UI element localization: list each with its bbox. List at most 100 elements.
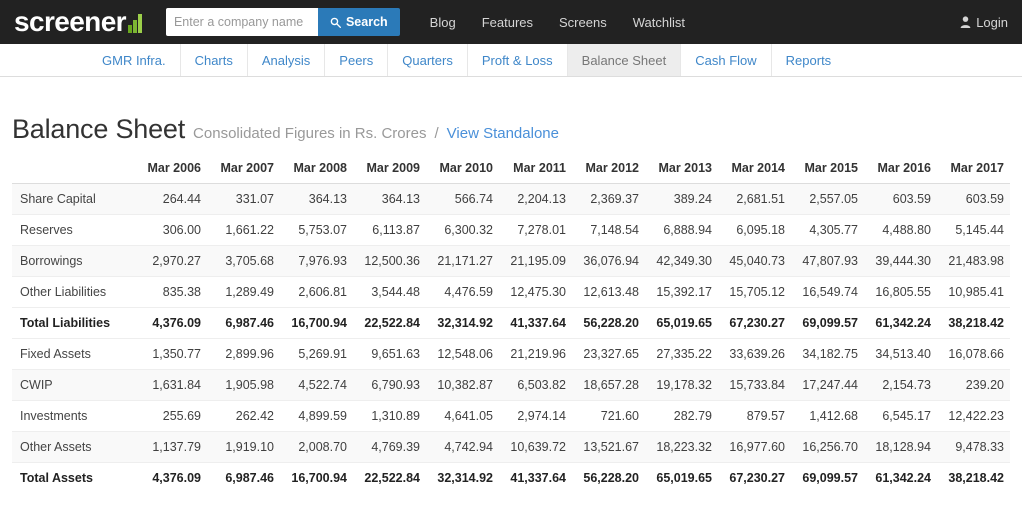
- search-button[interactable]: Search: [317, 8, 400, 36]
- table-cell: 12,422.23: [937, 400, 1010, 432]
- table-cell: 12,500.36: [353, 245, 426, 277]
- table-cell: 1,289.49: [207, 276, 280, 308]
- nav-link-features[interactable]: Features: [482, 15, 533, 30]
- column-header-mar-2015: Mar 2015: [791, 153, 864, 184]
- brand-logo[interactable]: screener: [14, 8, 142, 36]
- nav-link-watchlist[interactable]: Watchlist: [633, 15, 685, 30]
- column-header-mar-2007: Mar 2007: [207, 153, 280, 184]
- table-header-row: Mar 2006 Mar 2007 Mar 2008 Mar 2009 Mar 2010…: [12, 153, 1010, 184]
- table-cell: 10,639.72: [499, 431, 572, 463]
- table-cell: 5,753.07: [280, 214, 353, 246]
- column-header-mar-2012: Mar 2012: [572, 153, 645, 184]
- table-cell: 239.20: [937, 369, 1010, 401]
- table-cell: 38,218.42: [937, 462, 1010, 493]
- tab-gmr-infra[interactable]: GMR Infra.: [88, 44, 180, 76]
- tab-balance-sheet[interactable]: Balance Sheet: [566, 44, 681, 76]
- table-cell: 19,178.32: [645, 369, 718, 401]
- row-label: Other Liabilities: [12, 276, 134, 308]
- column-header-mar-2010: Mar 2010: [426, 153, 499, 184]
- table-cell: 41,337.64: [499, 307, 572, 339]
- tab-reports[interactable]: Reports: [770, 44, 846, 76]
- table-row: Other Liabilities 835.38 1,289.49 2,606.81 3…: [12, 276, 1010, 308]
- table-cell: 15,705.12: [718, 276, 791, 308]
- view-standalone-link[interactable]: View Standalone: [447, 125, 559, 142]
- table-cell: 4,488.80: [864, 214, 937, 246]
- table-cell: 1,350.77: [134, 338, 207, 370]
- table-cell: 16,549.74: [791, 276, 864, 308]
- table-row: Share Capital 264.44 331.07 364.13 364.13 566…: [12, 183, 1010, 215]
- table-body: Share Capital 264.44 331.07 364.13 364.13 566…: [12, 183, 1010, 493]
- table-cell: 18,223.32: [645, 431, 718, 463]
- table-cell: 2,899.96: [207, 338, 280, 370]
- table-row: Investments 255.69 262.42 4,899.59 1,310.89 4…: [12, 400, 1010, 432]
- table-cell: 10,382.87: [426, 369, 499, 401]
- table-cell: 21,195.09: [499, 245, 572, 277]
- table-cell: 16,078.66: [937, 338, 1010, 370]
- table-cell: 255.69: [134, 400, 207, 432]
- tab-cash-flow[interactable]: Cash Flow: [680, 44, 770, 76]
- table-cell: 4,641.05: [426, 400, 499, 432]
- nav-link-screens[interactable]: Screens: [559, 15, 607, 30]
- table-cell: 7,976.93: [280, 245, 353, 277]
- table-cell: 15,733.84: [718, 369, 791, 401]
- bar-chart-icon: [127, 13, 142, 33]
- page-content: Balance Sheet Consolidated Figures in Rs…: [0, 77, 1022, 493]
- table-cell: 34,182.75: [791, 338, 864, 370]
- column-header-mar-2013: Mar 2013: [645, 153, 718, 184]
- table-cell: 17,247.44: [791, 369, 864, 401]
- table-cell: 21,219.96: [499, 338, 572, 370]
- table-cell: 23,327.65: [572, 338, 645, 370]
- tab-peers[interactable]: Peers: [324, 44, 387, 76]
- table-cell: 5,145.44: [937, 214, 1010, 246]
- table-cell: 9,651.63: [353, 338, 426, 370]
- table-cell: 38,218.42: [937, 307, 1010, 339]
- table-cell: 12,613.48: [572, 276, 645, 308]
- table-cell: 34,513.40: [864, 338, 937, 370]
- table-cell: 2,970.27: [134, 245, 207, 277]
- row-label: Investments: [12, 400, 134, 432]
- table-cell: 4,769.39: [353, 431, 426, 463]
- table-cell: 4,742.94: [426, 431, 499, 463]
- row-label: CWIP: [12, 369, 134, 401]
- tab-charts[interactable]: Charts: [179, 44, 247, 76]
- table-cell: 721.60: [572, 400, 645, 432]
- user-icon: [960, 16, 971, 28]
- table-cell: 39,444.30: [864, 245, 937, 277]
- table-cell: 16,256.70: [791, 431, 864, 463]
- table-row: Total Assets 4,376.09 6,987.46 16,700.94 22,…: [12, 462, 1010, 493]
- tab-analysis[interactable]: Analysis: [246, 44, 324, 76]
- table-cell: 4,376.09: [134, 462, 207, 493]
- column-header-mar-2014: Mar 2014: [718, 153, 791, 184]
- table-cell: 6,300.32: [426, 214, 499, 246]
- table-cell: 21,171.27: [426, 245, 499, 277]
- table-cell: 65,019.65: [645, 462, 718, 493]
- table-cell: 364.13: [280, 183, 353, 215]
- table-cell: 6,503.82: [499, 369, 572, 401]
- table-cell: 4,899.59: [280, 400, 353, 432]
- table-cell: 389.24: [645, 183, 718, 215]
- table-row: Reserves 306.00 1,661.22 5,753.07 6,113.87 6,…: [12, 214, 1010, 246]
- tab-profit-loss[interactable]: Proft & Loss: [466, 44, 567, 76]
- search-input[interactable]: [165, 8, 318, 36]
- table-cell: 603.59: [864, 183, 937, 215]
- table-row: Other Assets 1,137.79 1,919.10 2,008.70 4,76…: [12, 431, 1010, 463]
- nav-link-blog[interactable]: Blog: [430, 15, 456, 30]
- table-cell: 2,369.37: [572, 183, 645, 215]
- page-header: Balance Sheet Consolidated Figures in Rs…: [12, 77, 1010, 153]
- table-row: Total Liabilities 4,376.09 6,987.46 16,700.…: [12, 307, 1010, 339]
- table-cell: 67,230.27: [718, 462, 791, 493]
- tab-quarters[interactable]: Quarters: [387, 44, 467, 76]
- table-cell: 2,606.81: [280, 276, 353, 308]
- table-cell: 18,657.28: [572, 369, 645, 401]
- table-cell: 6,095.18: [718, 214, 791, 246]
- login-button[interactable]: Login: [960, 0, 1008, 44]
- top-nav-links: Blog Features Screens Watchlist: [430, 15, 685, 30]
- table-cell: 603.59: [937, 183, 1010, 215]
- search-icon: [330, 17, 341, 28]
- company-tab-bar: GMR Infra. Charts Analysis Peers Quarter…: [0, 44, 1022, 77]
- table-cell: 10,985.41: [937, 276, 1010, 308]
- table-cell: 7,148.54: [572, 214, 645, 246]
- row-label: Share Capital: [12, 183, 134, 215]
- table-cell: 264.44: [134, 183, 207, 215]
- table-cell: 45,040.73: [718, 245, 791, 277]
